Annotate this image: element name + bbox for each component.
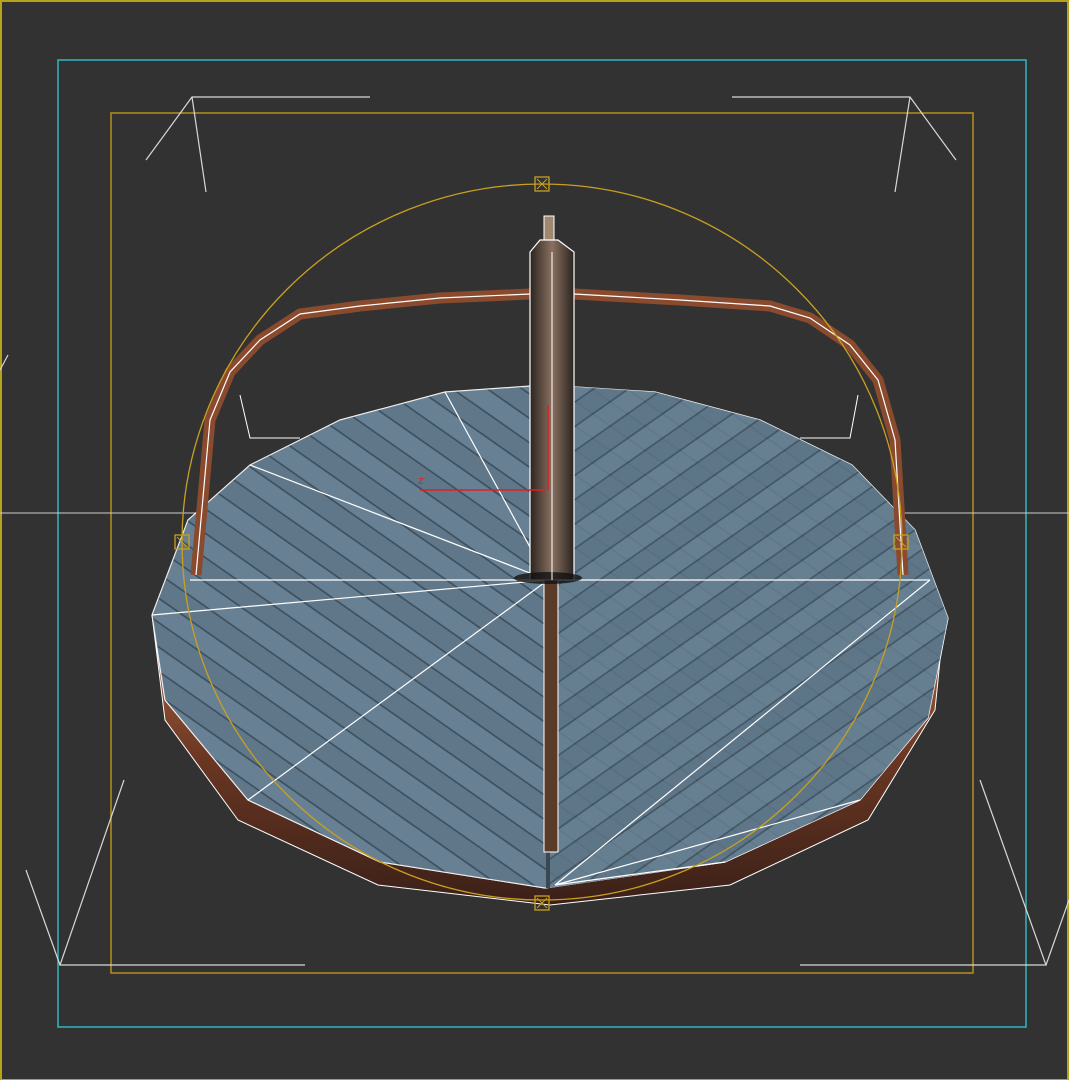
- 3d-viewport[interactable]: z: [0, 0, 1069, 1080]
- viewport-canvas[interactable]: z: [0, 0, 1069, 1080]
- gizmo-axis-label: z: [418, 474, 424, 487]
